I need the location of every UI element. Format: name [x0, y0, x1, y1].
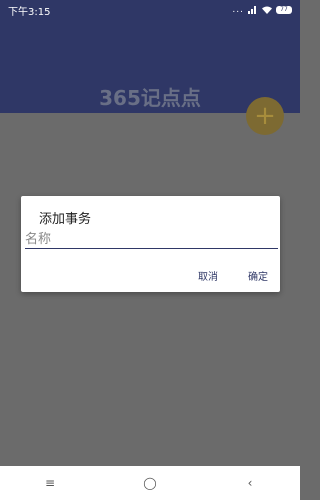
dialog-title: 添加事务 — [39, 212, 92, 227]
status-time: 下午3:15 — [8, 6, 51, 18]
wifi-icon — [262, 6, 272, 14]
dialog-actions: 取消 确定 — [198, 268, 268, 283]
name-input[interactable] — [25, 231, 278, 249]
plus-icon: + — [254, 101, 276, 131]
cancel-button[interactable]: 取消 — [198, 268, 218, 283]
screen: 下午3:15 ... 77 365记点点 + 添加事务 取消 确定 ≡ ◯ ‹ — [0, 0, 300, 500]
confirm-button[interactable]: 确定 — [248, 268, 268, 283]
status-icons: ... 77 — [232, 5, 292, 15]
add-fab-button[interactable]: + — [246, 97, 284, 135]
battery-icon: 77 — [276, 6, 292, 14]
signal-icon — [248, 6, 258, 14]
navigation-bar: ≡ ◯ ‹ — [0, 466, 300, 500]
add-item-dialog: 添加事务 取消 确定 — [21, 196, 280, 292]
menu-icon[interactable]: ≡ — [20, 471, 80, 495]
home-icon[interactable]: ◯ — [120, 471, 180, 495]
status-bar: 下午3:15 ... 77 — [0, 0, 300, 20]
more-notifications-icon: ... — [232, 5, 244, 15]
back-icon[interactable]: ‹ — [220, 471, 280, 495]
